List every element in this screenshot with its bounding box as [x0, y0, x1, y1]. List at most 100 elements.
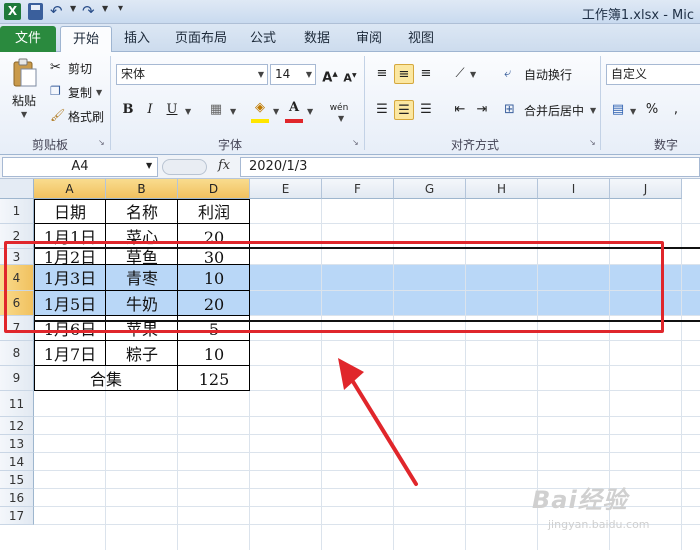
underline-button[interactable]: U [162, 100, 182, 120]
copy-dropdown-icon[interactable]: ▼ [96, 88, 102, 97]
font-size-value: 14 [275, 67, 291, 81]
tab-data[interactable]: 数据 [294, 26, 340, 52]
total-label-cell[interactable]: 合集 [34, 367, 178, 392]
merge-dropdown-icon[interactable]: ▼ [590, 106, 596, 115]
table-header-cell[interactable]: 利润 [178, 200, 250, 225]
total-value-cell[interactable]: 125 [178, 367, 250, 392]
tab-insert[interactable]: 插入 [114, 26, 160, 52]
undo-icon[interactable]: ↶ [50, 3, 68, 20]
row-header-11[interactable]: 11 [0, 391, 34, 417]
column-header-i[interactable]: I [538, 179, 610, 199]
ribbon-tabs: 文件 开始 插入 页面布局 公式 数据 审阅 视图 [0, 24, 700, 53]
excel-logo-icon[interactable]: X [4, 3, 21, 20]
tab-file[interactable]: 文件 [0, 26, 56, 52]
column-header-a[interactable]: A [34, 179, 106, 199]
font-color-dropdown-icon[interactable]: ▼ [307, 107, 313, 116]
column-header-h[interactable]: H [466, 179, 538, 199]
align-left-icon[interactable]: ☰ [372, 100, 392, 120]
customize-toolbar-icon[interactable]: ▾ [118, 3, 123, 14]
align-bottom-icon[interactable]: ≡ [416, 64, 436, 84]
window-title: 工作簿1.xlsx - Mic [581, 8, 694, 23]
row-header-12[interactable]: 12 [0, 417, 34, 435]
save-icon[interactable] [28, 3, 43, 20]
number-group-label: 数字 [653, 138, 678, 152]
name-box-dropdown-icon[interactable]: ▼ [146, 161, 152, 170]
name-box[interactable]: A4 [2, 157, 158, 177]
copy-button[interactable]: 复制 [68, 84, 92, 101]
clipboard-launcher-icon[interactable]: ↘ [98, 138, 105, 147]
increase-indent-icon[interactable]: ⇥ [472, 100, 492, 120]
bold-button[interactable]: B [118, 100, 138, 120]
column-header-g[interactable]: G [394, 179, 466, 199]
tab-review[interactable]: 审阅 [346, 26, 392, 52]
tab-view[interactable]: 视图 [398, 26, 444, 52]
table-cell[interactable]: 10 [178, 342, 250, 367]
paste-button[interactable]: 粘贴 [12, 92, 36, 109]
fill-color-dropdown-icon[interactable]: ▼ [273, 107, 279, 116]
accounting-format-icon[interactable]: ▤ [608, 100, 628, 120]
number-format-combo[interactable]: 自定义 [606, 64, 700, 85]
column-header-f[interactable]: F [322, 179, 394, 199]
row-header-8[interactable]: 8 [0, 341, 34, 366]
borders-dropdown-icon[interactable]: ▼ [230, 107, 236, 116]
column-header-d[interactable]: D [178, 179, 250, 199]
align-top-icon[interactable]: ≡ [372, 64, 392, 84]
row-header-15[interactable]: 15 [0, 471, 34, 489]
formula-input[interactable]: 2020/1/3 [240, 157, 700, 177]
insert-function-icon[interactable]: fx [218, 158, 230, 173]
formula-bar-handle[interactable] [162, 159, 207, 175]
grow-font-icon[interactable]: A▲ [320, 64, 340, 85]
column-header-b[interactable]: B [106, 179, 178, 199]
tab-formulas[interactable]: 公式 [240, 26, 286, 52]
underline-dropdown-icon[interactable]: ▼ [185, 107, 191, 116]
row-header-9[interactable]: 9 [0, 366, 34, 391]
font-color-button[interactable]: A [284, 98, 304, 118]
redo-dropdown-icon[interactable]: ▼ [102, 4, 108, 13]
orientation-icon[interactable]: ⟋ [450, 64, 470, 84]
undo-dropdown-icon[interactable]: ▼ [70, 4, 76, 13]
wrap-text-button[interactable]: 自动换行 [524, 66, 572, 83]
paste-icon[interactable] [12, 58, 38, 88]
comma-button[interactable]: , [666, 100, 686, 120]
paste-dropdown-icon[interactable]: ▼ [21, 110, 27, 119]
align-right-icon[interactable]: ☰ [416, 100, 436, 120]
borders-icon[interactable]: ▦ [206, 100, 226, 120]
alignment-launcher-icon[interactable]: ↘ [589, 138, 596, 147]
font-size-combo[interactable]: 14 ▼ [270, 64, 316, 85]
accounting-dropdown-icon[interactable]: ▼ [630, 107, 636, 116]
shrink-font-icon[interactable]: A▼ [340, 66, 360, 86]
decrease-indent-icon[interactable]: ⇤ [450, 100, 470, 120]
tab-page-layout[interactable]: 页面布局 [168, 26, 234, 52]
merge-center-button[interactable]: 合并后居中 [524, 102, 584, 119]
orientation-dropdown-icon[interactable]: ▼ [470, 70, 476, 79]
font-launcher-icon[interactable]: ↘ [352, 138, 359, 147]
format-painter-button[interactable]: 格式刷 [68, 108, 104, 125]
row-header-14[interactable]: 14 [0, 453, 34, 471]
font-size-dropdown-icon[interactable]: ▼ [306, 65, 312, 84]
cut-button[interactable]: 剪切 [68, 60, 92, 77]
font-name-combo[interactable]: 宋体 ▼ [116, 64, 268, 85]
cut-icon: ✂ [50, 60, 61, 75]
select-all-corner[interactable] [0, 179, 34, 199]
align-middle-icon[interactable]: ≡ [394, 64, 414, 84]
row-header-16[interactable]: 16 [0, 489, 34, 507]
table-cell[interactable]: 粽子 [106, 342, 178, 367]
font-name-dropdown-icon[interactable]: ▼ [258, 65, 264, 84]
phonetic-dropdown-icon[interactable]: ▼ [338, 114, 344, 123]
italic-button[interactable]: I [140, 100, 160, 120]
column-header-e[interactable]: E [250, 179, 322, 199]
row-header-1[interactable]: 1 [0, 199, 34, 224]
table-header-cell[interactable]: 日期 [34, 200, 106, 225]
row-header-17[interactable]: 17 [0, 507, 34, 525]
table-cell[interactable]: 1月7日 [34, 342, 106, 367]
row-header-13[interactable]: 13 [0, 435, 34, 453]
watermark-brand: Bai经验 [532, 486, 628, 514]
annotation-arrow-icon [338, 358, 418, 486]
percent-button[interactable]: % [642, 100, 662, 120]
table-header-cell[interactable]: 名称 [106, 200, 178, 225]
fill-color-icon[interactable]: ◈ [250, 98, 270, 118]
align-center-icon[interactable]: ☰ [394, 100, 414, 120]
tab-home[interactable]: 开始 [60, 26, 112, 53]
redo-icon[interactable]: ↷ [82, 3, 100, 20]
column-header-j[interactable]: J [610, 179, 682, 199]
